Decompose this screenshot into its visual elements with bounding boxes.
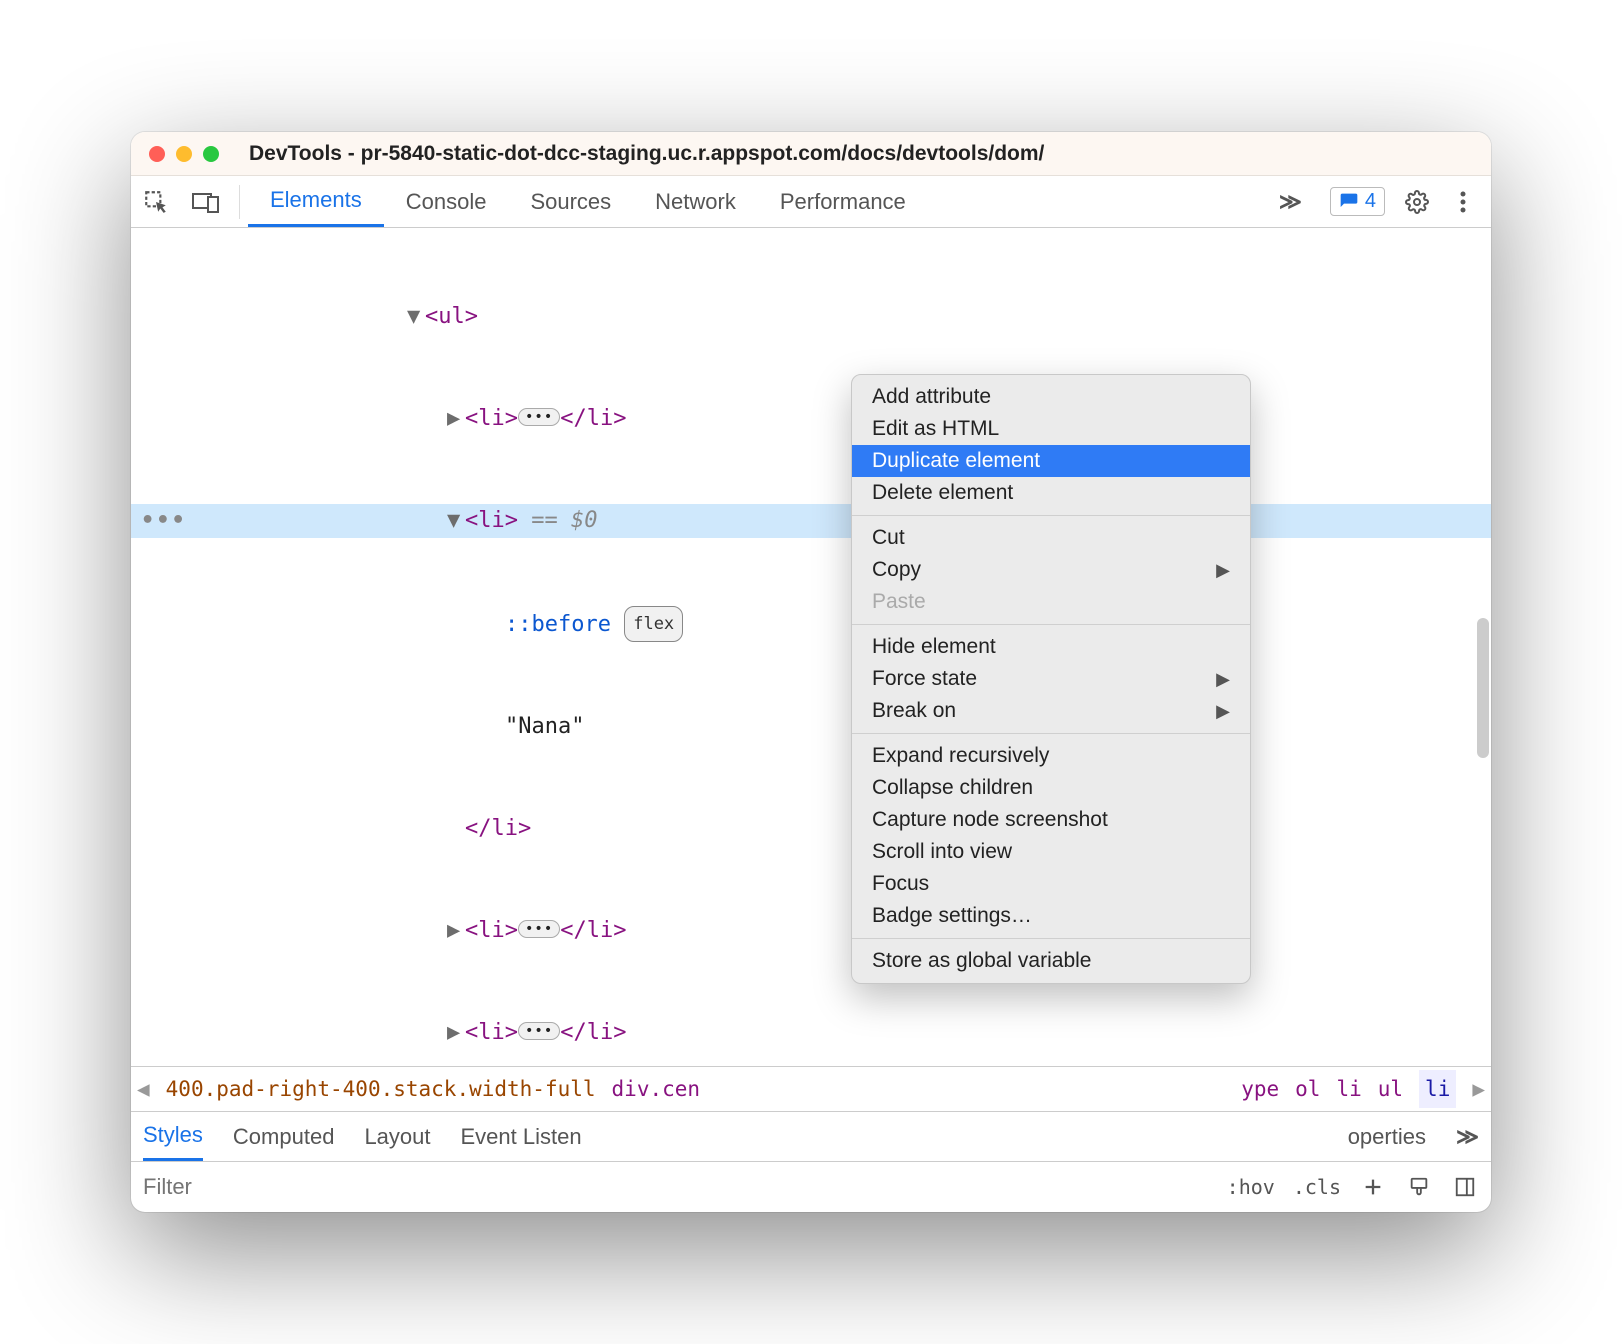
ctx-badge-settings[interactable]: Badge settings… xyxy=(852,900,1250,932)
ellipsis-icon: ••• xyxy=(518,1022,560,1040)
breadcrumb: ◀ 400.pad-right-400.stack.width-full div… xyxy=(131,1066,1491,1112)
chevron-right-icon: ▶ xyxy=(1216,701,1230,722)
ctx-edit-as-html[interactable]: Edit as HTML xyxy=(852,413,1250,445)
ctx-paste: Paste xyxy=(852,586,1250,618)
breadcrumb-crumb[interactable]: ul xyxy=(1378,1072,1403,1106)
breadcrumb-crumb[interactable]: 400.pad-right-400.stack.width-full xyxy=(166,1072,596,1106)
lower-tabs-overflow-icon[interactable]: ≫ xyxy=(1456,1124,1479,1150)
context-menu: Add attribute Edit as HTML Duplicate ele… xyxy=(851,374,1251,984)
gutter-dots-icon: ••• xyxy=(141,504,187,538)
separator xyxy=(852,515,1250,516)
separator xyxy=(852,733,1250,734)
dom-node-before[interactable]: ::before flex xyxy=(131,606,1491,642)
chevron-right-icon: ▶ xyxy=(1216,560,1230,581)
elements-panel: ▼<ul> ▶<li>•••</li> •••▼<li> == $0 ::bef… xyxy=(131,228,1491,1112)
inspect-element-icon[interactable] xyxy=(131,189,181,215)
traffic-lights xyxy=(149,146,219,162)
tab-elements[interactable]: Elements xyxy=(248,176,384,227)
tab-console[interactable]: Console xyxy=(384,176,509,227)
toolbar-right: ≫ 4 xyxy=(1269,187,1491,216)
separator xyxy=(239,185,240,219)
minimize-window-button[interactable] xyxy=(176,146,192,162)
new-style-rule-plus-icon[interactable] xyxy=(1359,1173,1387,1201)
separator xyxy=(852,938,1250,939)
styles-panel: Styles Computed Layout Event Listen oper… xyxy=(131,1112,1491,1212)
styles-filter-row: :hov .cls xyxy=(131,1162,1491,1212)
maximize-window-button[interactable] xyxy=(203,146,219,162)
close-window-button[interactable] xyxy=(149,146,165,162)
separator xyxy=(852,624,1250,625)
breadcrumb-crumb[interactable]: ype xyxy=(1241,1072,1279,1106)
devtools-window: DevTools - pr-5840-static-dot-dcc-stagin… xyxy=(131,132,1491,1212)
tab-sources[interactable]: Sources xyxy=(508,176,633,227)
flex-badge[interactable]: flex xyxy=(624,606,683,642)
lower-tabs: Styles Computed Layout Event Listen oper… xyxy=(131,1112,1491,1162)
breadcrumb-crumb[interactable]: li xyxy=(1336,1072,1361,1106)
settings-gear-icon[interactable] xyxy=(1403,188,1431,216)
ellipsis-icon: ••• xyxy=(518,408,560,426)
breadcrumb-right-icon[interactable]: ▶ xyxy=(1472,1072,1485,1106)
cls-toggle[interactable]: .cls xyxy=(1293,1175,1341,1199)
tab-network[interactable]: Network xyxy=(633,176,758,227)
device-toolbar-icon[interactable] xyxy=(181,191,231,213)
hov-toggle[interactable]: :hov xyxy=(1227,1175,1275,1199)
tab-layout[interactable]: Layout xyxy=(364,1124,430,1150)
tab-event-listeners[interactable]: Event Listen xyxy=(461,1124,582,1150)
ctx-force-state[interactable]: Force state▶ xyxy=(852,663,1250,695)
breadcrumb-crumb-selected[interactable]: li xyxy=(1419,1070,1456,1108)
ctx-store-global[interactable]: Store as global variable xyxy=(852,945,1250,977)
dom-tree[interactable]: ▼<ul> ▶<li>•••</li> •••▼<li> == $0 ::bef… xyxy=(131,228,1491,1066)
ctx-break-on[interactable]: Break on▶ xyxy=(852,695,1250,727)
ctx-delete-element[interactable]: Delete element xyxy=(852,477,1250,509)
issues-badge[interactable]: 4 xyxy=(1330,187,1385,216)
ctx-focus[interactable]: Focus xyxy=(852,868,1250,900)
dom-node-li-collapsed[interactable]: ▶<li>•••</li> xyxy=(131,402,1491,436)
tab-properties[interactable]: operties xyxy=(1348,1124,1426,1150)
kebab-menu-icon[interactable] xyxy=(1449,188,1477,216)
chevron-right-icon: ▶ xyxy=(1216,669,1230,690)
issues-count: 4 xyxy=(1365,190,1376,213)
ctx-expand-recursively[interactable]: Expand recursively xyxy=(852,740,1250,772)
dom-node-ul[interactable]: ▼<ul> xyxy=(131,300,1491,334)
ctx-collapse-children[interactable]: Collapse children xyxy=(852,772,1250,804)
breadcrumb-left-icon[interactable]: ◀ xyxy=(137,1072,150,1106)
tabs-overflow-icon[interactable]: ≫ xyxy=(1269,189,1312,215)
ctx-hide-element[interactable]: Hide element xyxy=(852,631,1250,663)
titlebar: DevTools - pr-5840-static-dot-dcc-stagin… xyxy=(131,132,1491,176)
ellipsis-icon: ••• xyxy=(518,920,560,938)
dom-node-li-collapsed[interactable]: ▶<li>•••</li> xyxy=(131,914,1491,948)
dom-node-li-collapsed[interactable]: ▶<li>•••</li> xyxy=(131,1016,1491,1050)
dom-node-li-selected[interactable]: •••▼<li> == $0 xyxy=(131,504,1491,538)
ctx-cut[interactable]: Cut xyxy=(852,522,1250,554)
ctx-capture-screenshot[interactable]: Capture node screenshot xyxy=(852,804,1250,836)
ctx-copy[interactable]: Copy▶ xyxy=(852,554,1250,586)
dom-node-li-close[interactable]: </li> xyxy=(131,812,1491,846)
tab-computed[interactable]: Computed xyxy=(233,1124,335,1150)
ctx-duplicate-element[interactable]: Duplicate element xyxy=(852,445,1250,477)
ctx-scroll-into-view[interactable]: Scroll into view xyxy=(852,836,1250,868)
tab-styles[interactable]: Styles xyxy=(143,1112,203,1161)
computed-sidebar-icon[interactable] xyxy=(1451,1173,1479,1201)
main-toolbar: Elements Console Sources Network Perform… xyxy=(131,176,1491,228)
scrollbar-thumb[interactable] xyxy=(1477,618,1489,758)
dom-text-nana[interactable]: "Nana" xyxy=(131,710,1491,744)
paint-brush-icon[interactable] xyxy=(1405,1173,1433,1201)
breadcrumb-crumb[interactable]: div.cen xyxy=(612,1072,701,1106)
window-title: DevTools - pr-5840-static-dot-dcc-stagin… xyxy=(249,142,1044,166)
breadcrumb-crumb[interactable]: ol xyxy=(1295,1072,1320,1106)
ctx-add-attribute[interactable]: Add attribute xyxy=(852,381,1250,413)
styles-filter-input[interactable] xyxy=(143,1174,431,1200)
tab-performance[interactable]: Performance xyxy=(758,176,928,227)
